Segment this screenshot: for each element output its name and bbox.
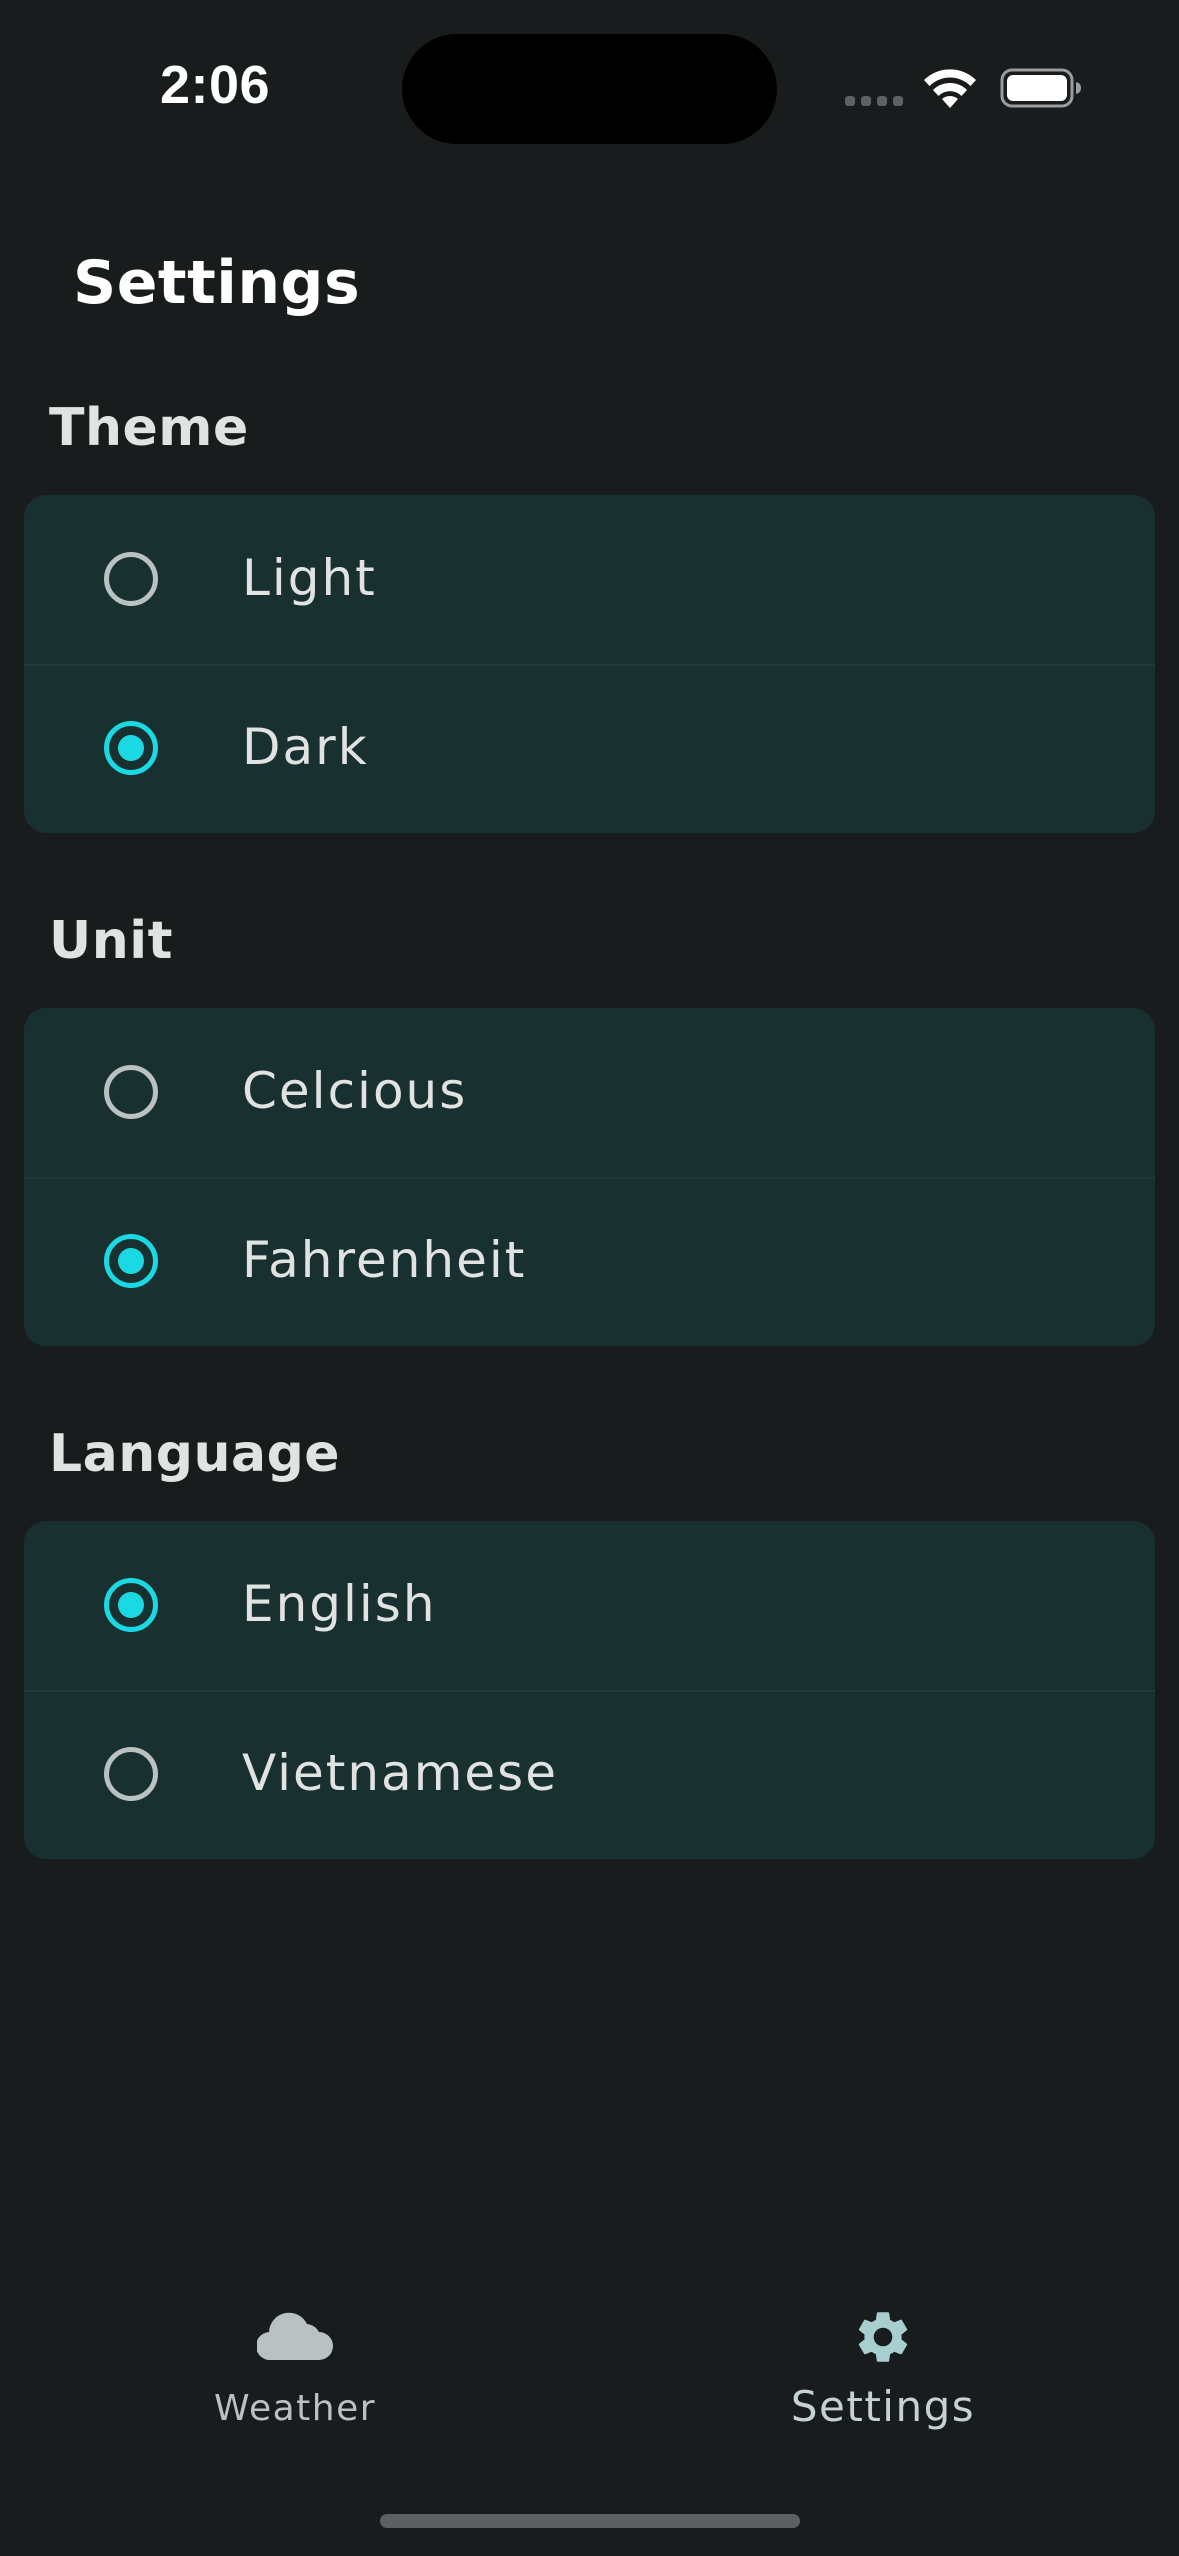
cellular-signal-icon	[845, 96, 905, 108]
option-light[interactable]: Light	[24, 495, 1155, 664]
option-dark[interactable]: Dark	[24, 664, 1155, 833]
radio-button-celcious[interactable]	[104, 1065, 158, 1119]
wifi-icon	[924, 69, 976, 108]
status-time: 2:06	[160, 55, 271, 115]
option-english[interactable]: English	[24, 1521, 1155, 1690]
radio-button-english[interactable]	[104, 1578, 158, 1632]
language-options-card: English Vietnamese	[24, 1521, 1155, 1859]
section-heading-language: Language	[49, 1424, 341, 1484]
option-vietnamese[interactable]: Vietnamese	[24, 1690, 1155, 1859]
option-label-dark: Dark	[242, 718, 369, 776]
section-heading-theme: Theme	[49, 398, 249, 458]
radio-button-light[interactable]	[104, 552, 158, 606]
radio-button-dark[interactable]	[104, 721, 158, 775]
nav-item-weather[interactable]: Weather	[95, 2280, 495, 2460]
unit-options-card: Celcious Fahrenheit	[24, 1008, 1155, 1346]
bottom-navigation-bar: Weather Settings	[0, 2280, 1179, 2556]
option-label-celcious: Celcious	[242, 1062, 468, 1120]
option-label-english: English	[242, 1575, 437, 1633]
option-label-fahrenheit: Fahrenheit	[242, 1231, 527, 1289]
home-indicator[interactable]	[380, 2514, 800, 2528]
radio-button-fahrenheit[interactable]	[104, 1234, 158, 1288]
theme-options-card: Light Dark	[24, 495, 1155, 833]
nav-label-settings: Settings	[790, 2382, 976, 2431]
cloud-icon	[257, 2312, 333, 2360]
option-celcious[interactable]: Celcious	[24, 1008, 1155, 1177]
radio-button-vietnamese[interactable]	[104, 1747, 158, 1801]
battery-icon	[1000, 68, 1081, 108]
status-bar: 2:06	[0, 0, 1179, 180]
nav-label-weather: Weather	[213, 2388, 377, 2429]
dynamic-island	[402, 34, 777, 144]
gear-icon	[858, 2312, 908, 2362]
option-label-vietnamese: Vietnamese	[242, 1744, 558, 1802]
option-fahrenheit[interactable]: Fahrenheit	[24, 1177, 1155, 1346]
section-heading-unit: Unit	[49, 911, 173, 971]
nav-item-settings[interactable]: Settings	[683, 2280, 1083, 2460]
option-label-light: Light	[242, 549, 377, 607]
page-title: Settings	[73, 248, 361, 318]
